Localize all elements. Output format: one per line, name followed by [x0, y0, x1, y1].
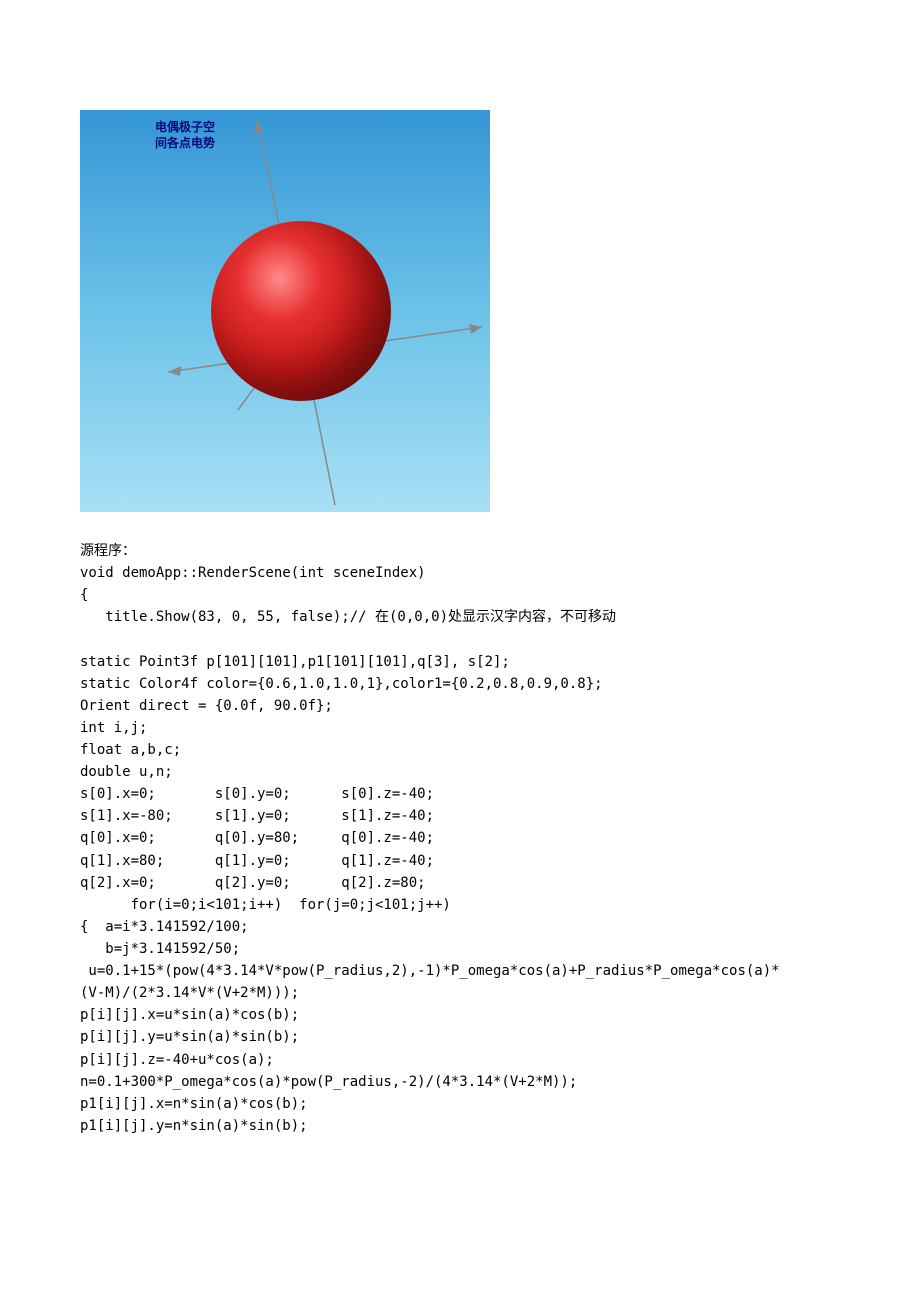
render-scene-figure: 电偶极子空 间各点电势: [80, 110, 490, 512]
code-text: void demoApp::RenderScene(int sceneIndex…: [80, 565, 780, 1134]
document-page: 电偶极子空 间各点电势 源程序： void demoApp::RenderSce…: [0, 0, 920, 1197]
figure-title-line1: 电偶极子空: [155, 120, 215, 134]
figure-title-line2: 间各点电势: [155, 136, 215, 150]
source-code-block: 源程序： void demoApp::RenderScene(int scene…: [80, 540, 840, 1137]
z-axis-arrow: [253, 120, 263, 134]
figure-title: 电偶极子空 间各点电势: [155, 120, 215, 151]
section-label: 源程序：: [80, 543, 136, 559]
x-axis-arrow: [469, 324, 482, 334]
sphere-render: [211, 221, 391, 401]
